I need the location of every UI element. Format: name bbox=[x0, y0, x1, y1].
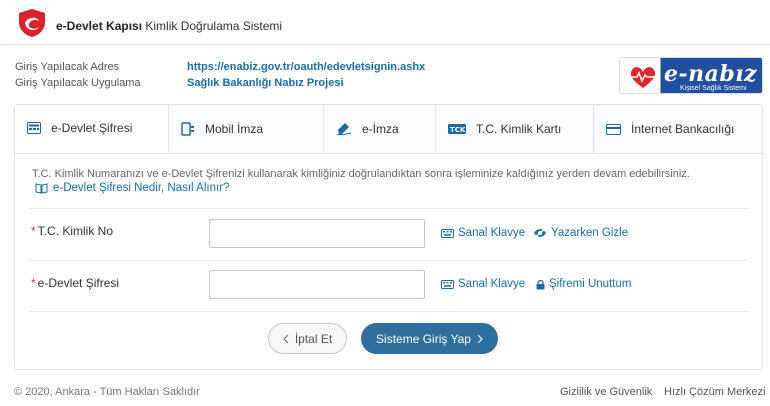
app-label: Giriş Yapılacak Uygulama bbox=[15, 77, 141, 89]
enabiz-logo: e-nabız Kişisel Sağlık Sistemi bbox=[619, 57, 763, 94]
top-header: e-Devlet Kapısı Kimlik Doğrulama Sistemi bbox=[0, 0, 770, 45]
tab-label: İnternet Bankacılığı bbox=[631, 122, 735, 136]
tab-id-card[interactable]: TCK T.C. Kimlik Kartı bbox=[436, 105, 594, 153]
help-link-text: e-Devlet Şifresi Nedir, Nasıl Alınır? bbox=[53, 182, 230, 194]
tab-label: T.C. Kimlik Kartı bbox=[476, 122, 562, 136]
hide-typing-toggle[interactable]: Yazarken Gizle bbox=[533, 227, 628, 239]
id-card-icon: TCK bbox=[448, 124, 466, 134]
cancel-button[interactable]: İptal Et bbox=[268, 323, 347, 354]
virtual-keyboard-button[interactable]: Sanal Klavye bbox=[441, 227, 525, 239]
app-info-values: https://enabiz.gov.tr/oauth/edevletsigni… bbox=[187, 59, 425, 91]
support-link[interactable]: Hızlı Çözüm Merkezi bbox=[664, 386, 765, 398]
tc-label-text: T.C. Kimlik No bbox=[37, 224, 114, 238]
help-link[interactable]: e-Devlet Şifresi Nedir, Nasıl Alınır? bbox=[35, 182, 229, 194]
tab-label: e-İmza bbox=[362, 122, 399, 136]
cancel-label: İptal Et bbox=[294, 331, 333, 346]
enabiz-logo-text: e-nabız bbox=[664, 61, 758, 87]
login-button[interactable]: Sisteme Giriş Yap bbox=[361, 323, 498, 354]
forgot-password-link[interactable]: Şifremi Unuttum bbox=[536, 278, 631, 290]
svg-text:TCK: TCK bbox=[450, 126, 466, 134]
chevron-left-icon bbox=[282, 334, 289, 343]
divider bbox=[29, 260, 748, 261]
heart-pulse-icon bbox=[630, 67, 656, 88]
divider bbox=[29, 311, 748, 312]
chevron-right-icon bbox=[477, 334, 483, 343]
login-description: T.C. Kimlik Numaranızı ve e-Devlet Şifre… bbox=[32, 168, 690, 180]
card-grid-icon bbox=[27, 122, 41, 134]
copyright-text: © 2020, Ankara - Tüm Hakları Saklıdır bbox=[14, 386, 200, 398]
header-title-bold: e-Devlet Kapısı bbox=[56, 19, 143, 33]
mobile-signature-icon bbox=[181, 122, 194, 136]
eye-slash-icon bbox=[534, 228, 546, 238]
bank-card-icon bbox=[606, 123, 621, 135]
lock-icon bbox=[536, 279, 545, 289]
login-method-tabs: e-Devlet Şifresi Mobil İmza e-İmza TCK T… bbox=[15, 105, 762, 154]
privacy-link[interactable]: Gizlilik ve Güvenlik bbox=[560, 386, 652, 398]
enabiz-logo-subtitle: Kişisel Sağlık Sistemi bbox=[680, 85, 747, 92]
edevlet-password-input[interactable] bbox=[209, 270, 425, 299]
divider bbox=[29, 208, 748, 209]
forgot-password-label: Şifremi Unuttum bbox=[549, 278, 632, 290]
login-panel: e-Devlet Şifresi Mobil İmza e-İmza TCK T… bbox=[14, 104, 763, 370]
keyboard-icon bbox=[441, 279, 454, 289]
hide-typing-label: Yazarken Gizle bbox=[551, 227, 629, 239]
edevlet-logo-icon bbox=[19, 9, 45, 37]
keyboard-icon bbox=[441, 228, 454, 238]
password-label-text: e-Devlet Şifresi bbox=[37, 276, 120, 290]
tab-edevlet-password[interactable]: e-Devlet Şifresi bbox=[15, 105, 169, 153]
tab-label: Mobil İmza bbox=[205, 122, 264, 136]
tab-e-signature[interactable]: e-İmza bbox=[324, 105, 436, 153]
virtual-keyboard-button[interactable]: Sanal Klavye bbox=[441, 278, 525, 290]
address-label: Giriş Yapılacak Adres bbox=[15, 61, 120, 73]
header-title: e-Devlet Kapısı Kimlik Doğrulama Sistemi bbox=[56, 19, 282, 33]
virtual-keyboard-label: Sanal Klavye bbox=[458, 227, 526, 239]
virtual-keyboard-label: Sanal Klavye bbox=[458, 278, 526, 290]
pen-signature-icon bbox=[336, 123, 352, 136]
required-mark: * bbox=[31, 224, 36, 238]
tab-mobile-signature[interactable]: Mobil İmza bbox=[169, 105, 324, 153]
tab-internet-banking[interactable]: İnternet Bankacılığı bbox=[594, 105, 762, 153]
password-label: * e-Devlet Şifresi bbox=[31, 276, 119, 290]
tc-label: * T.C. Kimlik No bbox=[31, 224, 113, 238]
login-label: Sisteme Giriş Yap bbox=[376, 331, 471, 346]
app-value: Sağlık Bakanlığı Nabız Projesi bbox=[187, 77, 344, 89]
app-info-labels: Giriş Yapılacak Adres Giriş Yapılacak Uy… bbox=[15, 59, 141, 91]
required-mark: * bbox=[31, 276, 36, 290]
address-value: https://enabiz.gov.tr/oauth/edevletsigni… bbox=[187, 61, 426, 73]
header-title-rest: Kimlik Doğrulama Sistemi bbox=[142, 19, 283, 33]
book-icon bbox=[35, 182, 48, 194]
tab-label: e-Devlet Şifresi bbox=[51, 121, 133, 135]
tc-kimlik-input[interactable] bbox=[209, 219, 425, 248]
